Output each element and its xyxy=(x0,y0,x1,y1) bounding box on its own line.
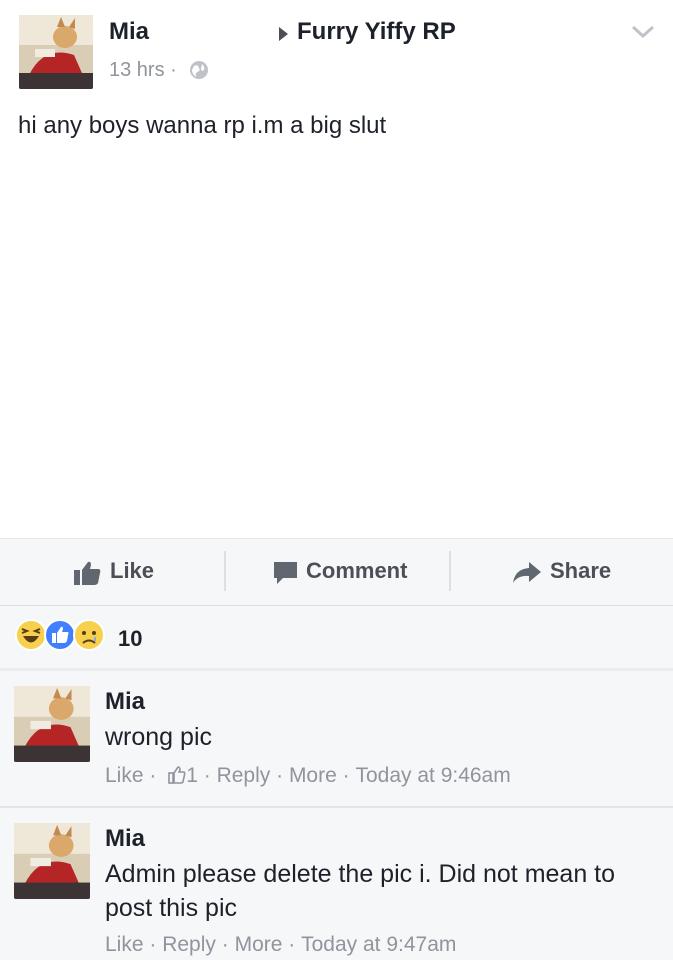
share-label: Share xyxy=(550,558,612,583)
post-meta: 13 hrs · xyxy=(109,59,177,82)
comment-bubble-icon xyxy=(274,562,297,584)
post-time[interactable]: 13 hrs xyxy=(109,59,165,81)
comment-meta: Like · Reply · More · Today at 9:47am xyxy=(105,933,457,957)
comment-more-link[interactable]: More xyxy=(235,933,283,957)
commenter-name[interactable]: Mia xyxy=(105,825,145,853)
comment-like-link[interactable]: Like xyxy=(105,933,144,957)
like-button[interactable]: Like xyxy=(73,558,155,585)
commenter-avatar[interactable] xyxy=(14,823,90,899)
post-card: Mia Furry Yiffy RP 13 hrs · hi any boys … xyxy=(0,0,673,538)
reactions-row[interactable]: 10 xyxy=(0,606,673,671)
commenter-avatar[interactable] xyxy=(14,686,90,762)
comment-text: wrong pic xyxy=(105,723,212,751)
author-name[interactable]: Mia xyxy=(109,18,149,46)
thumbs-up-outline-icon xyxy=(168,766,186,784)
comment-time[interactable]: Today at 9:47am xyxy=(301,933,456,957)
thumbs-up-icon xyxy=(74,561,101,585)
haha-icon xyxy=(15,619,47,651)
post-body: hi any boys wanna rp i.m a big slut xyxy=(18,112,387,139)
action-bar: Like Comment Share xyxy=(0,538,673,606)
comment-item: Mia Admin please delete the pic i. Did n… xyxy=(0,808,673,960)
comment-reply-link[interactable]: Reply xyxy=(162,933,216,957)
sad-icon xyxy=(73,619,105,651)
share-button[interactable]: Share xyxy=(512,558,611,584)
comment-button[interactable]: Comment xyxy=(273,558,407,584)
comment-more-link[interactable]: More xyxy=(289,764,337,788)
like-reaction-icon xyxy=(44,619,76,651)
comment-label: Comment xyxy=(306,558,408,583)
arrow-right-icon xyxy=(279,27,288,41)
comment-reply-link[interactable]: Reply xyxy=(217,764,271,788)
comment-like-link[interactable]: Like xyxy=(105,764,144,788)
action-divider xyxy=(224,551,226,591)
group-name[interactable]: Furry Yiffy RP xyxy=(297,18,456,46)
like-label: Like xyxy=(110,558,155,583)
chevron-down-icon[interactable] xyxy=(630,22,656,42)
commenter-name[interactable]: Mia xyxy=(105,688,145,716)
comment-time[interactable]: Today at 9:46am xyxy=(355,764,510,788)
avatar-image xyxy=(19,15,93,89)
avatar-image xyxy=(14,686,90,762)
comment-like-count[interactable]: 1 xyxy=(186,764,198,788)
meta-dot: · xyxy=(170,59,177,81)
comment-item: Mia wrong pic Like · 1 · Reply · More · … xyxy=(0,671,673,806)
reaction-count[interactable]: 10 xyxy=(118,626,142,652)
comment-text: Admin please delete the pic i. Did not m… xyxy=(105,860,616,922)
action-divider xyxy=(449,551,451,591)
author-avatar[interactable] xyxy=(19,15,93,89)
globe-icon xyxy=(190,61,208,79)
share-arrow-icon xyxy=(513,562,541,583)
avatar-image xyxy=(14,823,90,899)
comment-meta: Like · 1 · Reply · More · Today at 9:46a… xyxy=(105,764,511,788)
